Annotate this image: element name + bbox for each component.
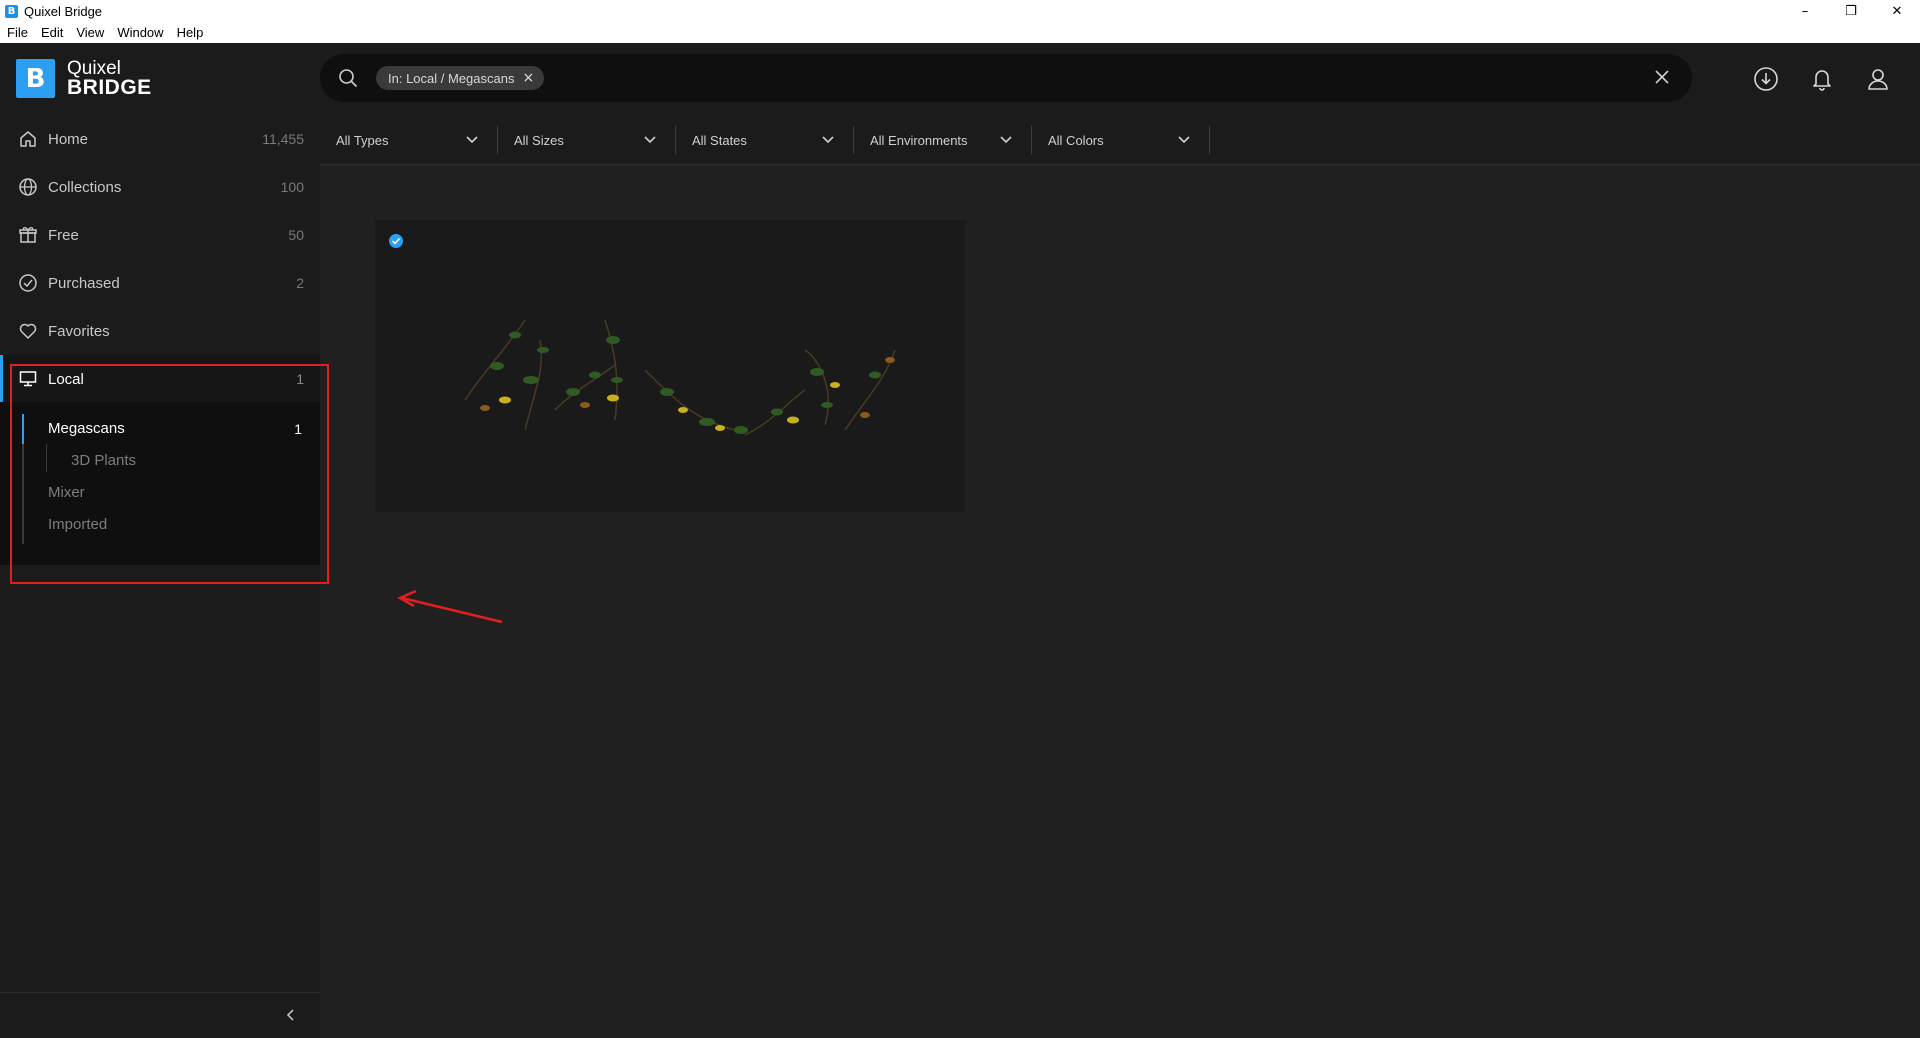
- window-controls: – ❐ ✕: [1782, 0, 1920, 22]
- chip-close-icon[interactable]: ×: [522, 70, 534, 86]
- menu-view[interactable]: View: [69, 25, 110, 40]
- restore-button[interactable]: ❐: [1828, 0, 1874, 22]
- window-titlebar: B Quixel Bridge – ❐ ✕: [0, 0, 1920, 22]
- logo-text: Quixel BRIDGE: [67, 59, 152, 98]
- asset-card[interactable]: [375, 220, 965, 512]
- filter-label: All Environments: [870, 132, 968, 148]
- chevron-down-icon: [999, 134, 1013, 149]
- chevron-down-icon: [1177, 134, 1191, 149]
- filter-states-dropdown[interactable]: All States: [676, 126, 854, 154]
- asset-grid: [320, 166, 1920, 1038]
- sidebar-item-favorites[interactable]: Favorites: [0, 307, 320, 355]
- filter-label: All Colors: [1048, 132, 1104, 148]
- menu-bar: File Edit View Window Help: [0, 22, 1920, 43]
- sidebar-item-collections[interactable]: Collections 100: [0, 163, 320, 211]
- sidebar-item-purchased[interactable]: Purchased 2: [0, 259, 320, 307]
- sidebar-footer: [0, 992, 320, 1038]
- sidebar-item-count: 11,455: [262, 131, 304, 147]
- chevron-down-icon: [465, 134, 479, 149]
- globe-icon: [18, 177, 38, 197]
- search-bar[interactable]: In: Local / Megascans ×: [320, 54, 1692, 102]
- app-header: B Quixel BRIDGE In: Local / Megascans ×: [0, 43, 1920, 115]
- filter-environments-dropdown[interactable]: All Environments: [854, 126, 1032, 154]
- menu-window[interactable]: Window: [110, 25, 169, 40]
- home-icon: [18, 129, 38, 149]
- download-icon[interactable]: [1738, 63, 1794, 95]
- sidebar-item-count: 2: [296, 275, 304, 291]
- gift-icon: [18, 225, 38, 245]
- chevron-down-icon: [821, 134, 835, 149]
- logo-line-bridge: BRIDGE: [67, 76, 152, 99]
- filter-bar: All Types All Sizes All States All Envir…: [320, 115, 1920, 165]
- close-window-button[interactable]: ✕: [1874, 0, 1920, 22]
- filter-label: All Sizes: [514, 132, 564, 148]
- window-title: Quixel Bridge: [24, 3, 103, 19]
- user-account-icon[interactable]: [1850, 63, 1906, 95]
- menu-file[interactable]: File: [0, 25, 34, 40]
- app-icon: B: [5, 4, 18, 18]
- sidebar-item-free[interactable]: Free 50: [0, 211, 320, 259]
- header-actions: [1738, 63, 1906, 95]
- menu-help[interactable]: Help: [170, 25, 210, 40]
- heart-icon: [18, 321, 38, 341]
- downloaded-check-icon: [388, 233, 404, 254]
- sidebar-item-label: Collections: [48, 178, 122, 196]
- check-circle-icon: [18, 273, 38, 293]
- filter-types-dropdown[interactable]: All Types: [320, 126, 498, 154]
- search-filter-chip[interactable]: In: Local / Megascans ×: [376, 66, 545, 90]
- quixel-bridge-logo[interactable]: B Quixel BRIDGE: [16, 59, 152, 98]
- plant-preview-image: [464, 319, 896, 436]
- sidebar-item-label: Home: [48, 130, 89, 148]
- search-icon[interactable]: [338, 68, 358, 93]
- minimize-button[interactable]: –: [1782, 0, 1828, 22]
- sidebar-item-label: Purchased: [48, 274, 120, 292]
- collapse-sidebar-icon[interactable]: [284, 1007, 298, 1028]
- highlight-annotation-box: [10, 364, 329, 584]
- filter-colors-dropdown[interactable]: All Colors: [1032, 126, 1210, 154]
- search-filter-chip-label: In: Local / Megascans: [388, 70, 515, 86]
- filter-sizes-dropdown[interactable]: All Sizes: [498, 126, 676, 154]
- sidebar-item-label: Free: [48, 226, 79, 244]
- logo-mark: B: [16, 59, 55, 98]
- menu-edit[interactable]: Edit: [34, 25, 69, 40]
- chevron-down-icon: [643, 134, 657, 149]
- sidebar-item-label: Favorites: [48, 322, 110, 340]
- sidebar-item-home[interactable]: Home 11,455: [0, 115, 320, 163]
- notification-bell-icon[interactable]: [1794, 63, 1850, 95]
- filter-label: All Types: [336, 132, 389, 148]
- annotation-arrow-icon: [397, 589, 503, 624]
- filter-label: All States: [692, 132, 747, 148]
- clear-search-icon[interactable]: [1652, 67, 1672, 92]
- sidebar-item-count: 50: [288, 227, 304, 243]
- sidebar-item-count: 100: [280, 179, 304, 195]
